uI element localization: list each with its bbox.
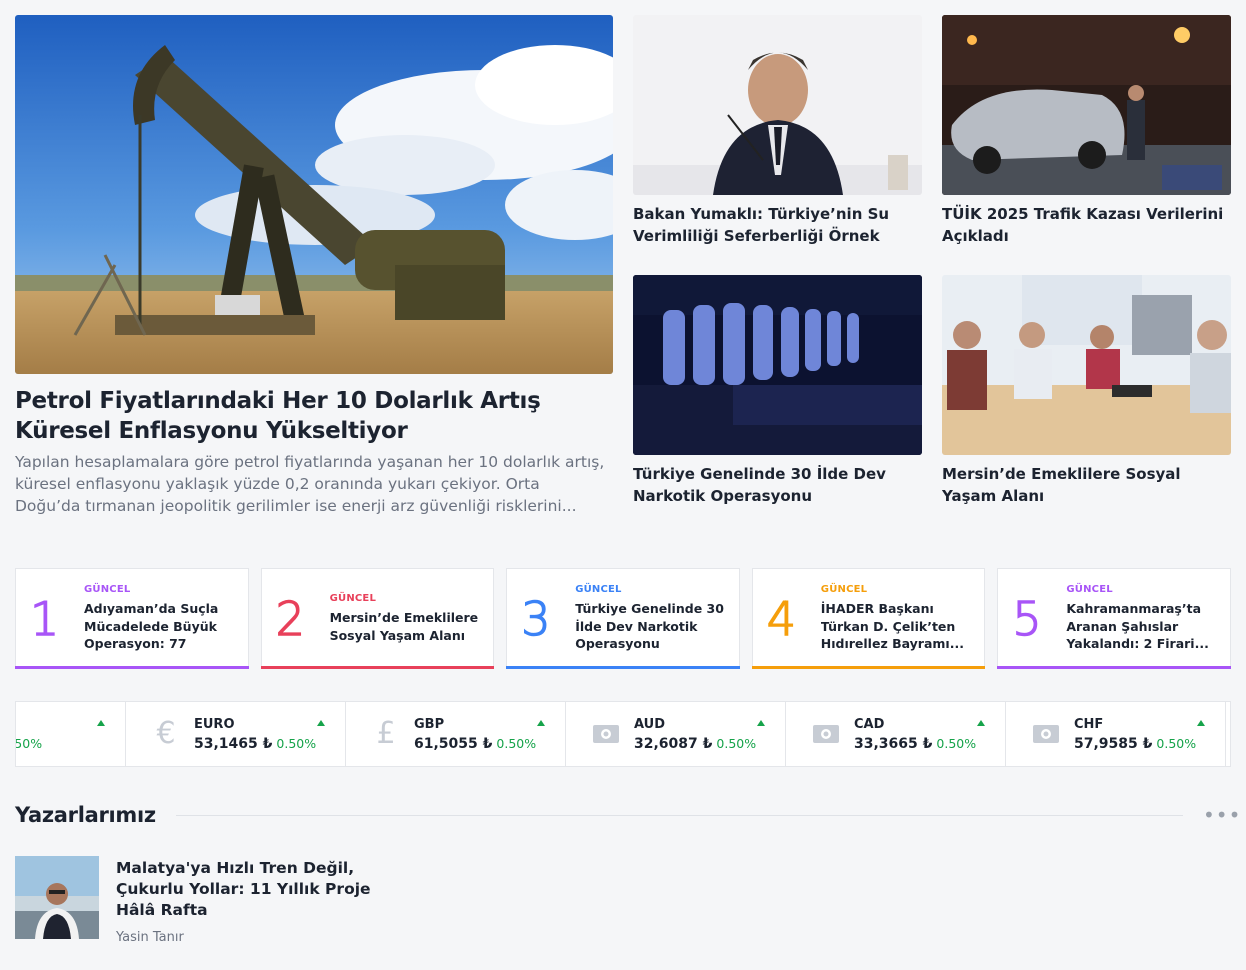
hero-article[interactable]: Petrol Fiyatlarındaki Her 10 Dolarlık Ar… <box>15 15 613 517</box>
trend-up-icon <box>757 720 765 726</box>
currency-value: 4 ₺0.50% <box>15 736 43 752</box>
currency-value: 57,9585 ₺ 0.50% <box>1074 736 1197 752</box>
news-card[interactable]: Bakan Yumaklı: Türkiye’nin Su Verimliliğ… <box>633 15 922 247</box>
currency-value: 33,3665 ₺ 0.50% <box>854 736 977 752</box>
currency-code: EURO <box>194 717 235 732</box>
headline-number: 1 <box>29 591 60 646</box>
headline-title[interactable]: Kahramanmaraş’ta Aranan Şahıslar Yakalan… <box>1066 600 1218 653</box>
pound-icon: £ <box>376 716 396 751</box>
currency-change: 0.50% <box>936 736 977 751</box>
currency-change: 0.50% <box>716 736 757 751</box>
trend-up-icon <box>537 720 545 726</box>
headline-title[interactable]: Türkiye Genelinde 30 İlde Dev Narkotik O… <box>575 600 727 653</box>
currency-value: 32,6087 ₺ 0.50% <box>634 736 757 752</box>
news-card[interactable]: Türkiye Genelinde 30 İlde Dev Narkotik O… <box>633 275 922 507</box>
news-card-title[interactable]: Bakan Yumaklı: Türkiye’nin Su Verimliliğ… <box>633 203 922 247</box>
trend-up-icon <box>1197 720 1205 726</box>
news-card-image[interactable] <box>633 15 922 195</box>
trend-up-icon <box>97 720 105 726</box>
currency-item[interactable]: £ GBP 61,5055 ₺ 0.50% <box>346 702 566 766</box>
hero-title[interactable]: Petrol Fiyatlarındaki Her 10 Dolarlık Ar… <box>15 386 613 446</box>
headline-title[interactable]: Mersin’de Emeklilere Sosyal Yaşam Alanı <box>330 609 482 644</box>
section-title: Yazarlarımız <box>15 803 156 827</box>
banknote-icon <box>590 718 622 750</box>
headline-title[interactable]: Adıyaman’da Suçla Mücadelede Büyük Opera… <box>84 600 236 653</box>
currency-ticker: $ R 4 ₺0.50% € EURO 53,1465 ₺0.50% £ GBP… <box>15 701 1231 767</box>
headline-category[interactable]: GÜNCEL <box>575 584 727 595</box>
headline-item[interactable]: 5 GÜNCEL Kahramanmaraş’ta Aranan Şahısla… <box>997 568 1231 669</box>
news-card-title[interactable]: TÜİK 2025 Trafik Kazası Verilerini Açıkl… <box>942 203 1231 247</box>
writer-item[interactable]: Malatya'ya Hızlı Tren Değil, Çukurlu Yol… <box>15 856 415 946</box>
headline-item[interactable]: 1 GÜNCEL Adıyaman’da Suçla Mücadelede Bü… <box>15 568 249 669</box>
headline-title[interactable]: İHADER Başkanı Türkan D. Çelik’ten Hıdır… <box>821 600 973 653</box>
headline-color-bar <box>15 666 249 669</box>
hero-description: Yapılan hesaplamalara göre petrol fiyatl… <box>15 453 605 515</box>
trend-up-icon <box>317 720 325 726</box>
euro-icon: € <box>156 716 176 751</box>
news-card-image[interactable] <box>633 275 922 455</box>
headline-number: 4 <box>766 591 797 646</box>
more-icon[interactable]: ••• <box>1203 805 1240 825</box>
currency-item[interactable]: AUD 32,6087 ₺ 0.50% <box>566 702 786 766</box>
currency-change: 0.50% <box>15 736 43 751</box>
banknote-icon <box>810 718 842 750</box>
writer-article-title[interactable]: Malatya'ya Hızlı Tren Değil, Çukurlu Yol… <box>116 858 406 921</box>
currency-item[interactable]: € EURO 53,1465 ₺ 0.50% <box>126 702 346 766</box>
headline-category[interactable]: GÜNCEL <box>84 584 236 595</box>
currency-item[interactable]: CHF 57,9585 ₺ 0.50% <box>1006 702 1226 766</box>
headline-number: 5 <box>1012 591 1043 646</box>
currency-code: CAD <box>854 717 885 732</box>
currency-change: 0.50% <box>276 736 317 751</box>
currency-code: AUD <box>634 717 666 732</box>
headline-number: 2 <box>275 591 306 646</box>
banknote-icon <box>1030 718 1062 750</box>
currency-code: CHF <box>1074 717 1104 732</box>
currency-value: 61,5055 ₺ 0.50% <box>414 736 537 752</box>
headline-category[interactable]: GÜNCEL <box>1066 584 1218 595</box>
writer-avatar[interactable] <box>15 856 99 939</box>
currency-change: 0.50% <box>1156 736 1197 751</box>
news-card[interactable]: TÜİK 2025 Trafik Kazası Verilerini Açıkl… <box>942 15 1231 247</box>
trend-up-icon <box>977 720 985 726</box>
news-card-image[interactable] <box>942 275 1231 455</box>
headline-number: 3 <box>520 591 551 646</box>
headline-color-bar <box>997 666 1231 669</box>
writers-section-header: Yazarlarımız ••• <box>15 800 1240 830</box>
news-card-title[interactable]: Mersin’de Emeklilere Sosyal Yaşam Alanı <box>942 463 1231 507</box>
news-card-title[interactable]: Türkiye Genelinde 30 İlde Dev Narkotik O… <box>633 463 922 507</box>
numbered-headlines: 1 GÜNCEL Adıyaman’da Suçla Mücadelede Bü… <box>15 568 1231 669</box>
headline-item[interactable]: 3 GÜNCEL Türkiye Genelinde 30 İlde Dev N… <box>506 568 740 669</box>
news-card-image[interactable] <box>942 15 1231 195</box>
currency-value: 53,1465 ₺ 0.50% <box>194 736 317 752</box>
hero-image[interactable] <box>15 15 613 374</box>
headline-category[interactable]: GÜNCEL <box>330 593 482 604</box>
headline-category[interactable]: GÜNCEL <box>821 584 973 595</box>
currency-item[interactable]: CAD 33,3665 ₺ 0.50% <box>786 702 1006 766</box>
headline-color-bar <box>506 666 740 669</box>
writer-name[interactable]: Yasin Tanır <box>116 930 184 945</box>
divider <box>175 814 1183 816</box>
headline-color-bar <box>751 666 986 669</box>
currency-change: 0.50% <box>496 736 537 751</box>
currency-code: GBP <box>414 717 445 732</box>
headline-item[interactable]: 2 GÜNCEL Mersin’de Emeklilere Sosyal Yaş… <box>260 568 495 669</box>
currency-item[interactable]: $ R 4 ₺0.50% <box>15 702 126 766</box>
headline-item[interactable]: 4 GÜNCEL İHADER Başkanı Türkan D. Çelik’… <box>751 568 986 669</box>
news-card[interactable]: Mersin’de Emeklilere Sosyal Yaşam Alanı <box>942 275 1231 507</box>
headline-color-bar <box>260 666 495 669</box>
